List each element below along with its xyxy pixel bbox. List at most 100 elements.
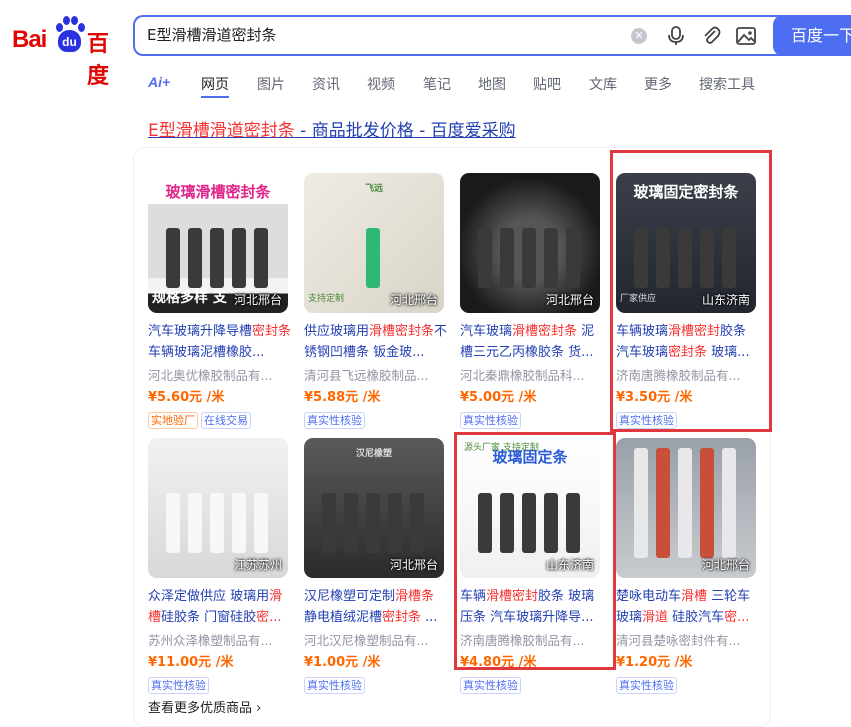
product-badges: 实地验厂 在线交易 xyxy=(148,409,254,429)
product-title-text: ... xyxy=(421,610,438,625)
active-tab-indicator xyxy=(201,96,229,98)
product-location: 河北邢台 xyxy=(389,293,438,307)
search-box[interactable]: E型滑槽滑道密封条 ✕ xyxy=(133,15,783,56)
seal-strip-shape xyxy=(522,228,536,288)
product-title-highlight: 滑槽 xyxy=(681,589,708,604)
seal-strip-shape xyxy=(188,493,202,553)
product-title-link[interactable]: 汉尼橡塑可定制滑槽条 静电植绒泥槽密封条 ... xyxy=(304,586,450,628)
logo-cn-text: 百度 xyxy=(87,32,109,89)
search-input[interactable]: E型滑槽滑道密封条 xyxy=(147,17,276,54)
product-title-highlight: 滑道 xyxy=(642,610,669,625)
product-badges: 真实性核验 xyxy=(460,674,524,694)
product-seller[interactable]: 清河县飞远橡胶制品... xyxy=(304,365,444,384)
product-seller[interactable]: 河北汉尼橡塑制品有... xyxy=(304,630,444,649)
product-title-text: 汽车玻璃升降导槽 xyxy=(148,324,253,339)
product-badge: 真实性核验 xyxy=(304,412,365,429)
product-image[interactable]: 玻璃滑槽密封条 规格多样 支河北邢台 xyxy=(148,173,288,313)
product-seller[interactable]: 河北奥优橡胶制品有... xyxy=(148,365,288,384)
tab-web[interactable]: 网页 xyxy=(201,74,229,94)
product-image[interactable]: 飞远支持定制 河北邢台 xyxy=(304,173,444,313)
product-image[interactable]: 河北邢台 xyxy=(616,438,756,578)
tab-news[interactable]: 资讯 xyxy=(312,74,340,94)
product-image-subcaption: 支持定制 xyxy=(308,294,345,304)
see-more-products-link[interactable]: 查看更多优质商品 › xyxy=(148,697,261,716)
image-search-icon[interactable] xyxy=(735,25,757,47)
logo-bai-text: Bai xyxy=(12,26,47,53)
tab-tieba[interactable]: 贴吧 xyxy=(533,74,561,94)
search-button[interactable]: 百度一下 xyxy=(773,15,851,56)
seal-strip-shape xyxy=(188,228,202,288)
product-seller[interactable]: 清河县楚咏密封件有... xyxy=(616,630,756,649)
seal-strip-shape xyxy=(210,228,224,288)
seal-strip-shape xyxy=(166,228,180,288)
seal-strip-shape xyxy=(700,448,714,558)
product-title-highlight: 密... xyxy=(256,610,282,625)
product-title-text: 汽车玻璃 xyxy=(460,324,513,339)
product-title-link[interactable]: 供应玻璃用滑槽密封条不锈钢凹槽条 钣金玻... xyxy=(304,321,450,363)
tab-images[interactable]: 图片 xyxy=(257,74,285,94)
microphone-icon[interactable] xyxy=(665,25,687,47)
tab-search-tools[interactable]: 搜索工具 xyxy=(699,74,755,94)
tab-more[interactable]: 更多 xyxy=(644,74,672,94)
seal-strip-shape xyxy=(254,493,268,553)
product-title-text: 硅胶汽车 xyxy=(668,610,725,625)
highlight-box xyxy=(610,150,772,432)
tab-map[interactable]: 地图 xyxy=(478,74,506,94)
product-image-subcaption: 规格多样 支 xyxy=(152,290,227,306)
product-image[interactable]: 汉尼橡塑河北邢台 xyxy=(304,438,444,578)
product-badges: 真实性核验 xyxy=(304,409,368,429)
seal-strip-shape xyxy=(634,448,648,558)
product-title-link[interactable]: 汽车玻璃升降导槽密封条车辆玻璃泥槽橡胶... xyxy=(148,321,294,363)
product-badges: 真实性核验 xyxy=(148,674,212,694)
product-seller[interactable]: 河北秦鼎橡胶制品科... xyxy=(460,365,600,384)
paw-icon: du xyxy=(52,16,86,52)
product-price: ¥5.00元 /米 xyxy=(460,390,537,405)
tab-ai[interactable]: Ai+ xyxy=(148,74,170,90)
seal-strip-shape xyxy=(254,228,268,288)
product-location: 江苏苏州 xyxy=(233,558,282,572)
tab-video[interactable]: 视频 xyxy=(367,74,395,94)
clear-icon[interactable]: ✕ xyxy=(631,28,647,44)
seal-strip-shape xyxy=(678,448,692,558)
tab-notes[interactable]: 笔记 xyxy=(423,74,451,94)
seal-strip-shape xyxy=(366,493,380,553)
seal-strip-shape xyxy=(544,228,558,288)
product-price: ¥11.00元 /米 xyxy=(148,655,234,670)
product-price: ¥1.00元 /米 xyxy=(304,655,381,670)
product-title-highlight: 密封条 xyxy=(252,324,292,339)
seal-strip-shape xyxy=(322,493,336,553)
product-badge: 在线交易 xyxy=(201,412,251,429)
product-title-link[interactable]: 汽车玻璃滑槽密封条 泥槽三元乙丙橡胶条 货... xyxy=(460,321,606,363)
result-title-link[interactable]: E型滑槽滑道密封条 - 商品批发价格 - 百度爱采购 xyxy=(148,116,516,141)
product-badge: 真实性核验 xyxy=(616,677,677,694)
baidu-logo[interactable]: Bai du 百度 xyxy=(12,14,118,89)
product-seller[interactable]: 苏州众泽橡塑制品有... xyxy=(148,630,288,649)
seal-strip-shape xyxy=(166,493,180,553)
product-location: 河北邢台 xyxy=(233,293,282,307)
result-title-highlight: E型滑槽滑道密封条 xyxy=(148,121,295,141)
product-title-highlight: 密封条 xyxy=(382,610,422,625)
product-image[interactable]: 河北邢台 xyxy=(460,173,600,313)
product-image[interactable]: 江苏苏州 xyxy=(148,438,288,578)
product-badges: 真实性核验 xyxy=(460,409,524,429)
seal-strip-shape xyxy=(388,493,402,553)
product-image-caption: 飞远 xyxy=(364,184,383,194)
seal-strip-shape xyxy=(566,228,580,288)
product-badge: 真实性核验 xyxy=(460,412,521,429)
highlight-box xyxy=(454,432,616,670)
seal-strip-shape xyxy=(232,228,246,288)
product-title-link[interactable]: 众泽定做供应 玻璃用滑槽硅胶条 门窗硅胶密... xyxy=(148,586,294,628)
seal-strip-shape xyxy=(232,493,246,553)
product-title-link[interactable]: 楚咏电动车滑槽 三轮车玻璃滑道 硅胶汽车密... xyxy=(616,586,762,628)
product-location: 河北邢台 xyxy=(389,558,438,572)
seal-strip-shape xyxy=(344,493,358,553)
product-title-text: 汉尼橡塑可定制 xyxy=(304,589,396,604)
product-image-caption: 汉尼橡塑 xyxy=(355,449,392,459)
product-location: 河北邢台 xyxy=(545,293,594,307)
product-price: ¥5.60元 /米 xyxy=(148,390,225,405)
product-title-highlight: 密... xyxy=(724,610,750,625)
tab-wenku[interactable]: 文库 xyxy=(589,74,617,94)
product-badge: 实地验厂 xyxy=(148,412,198,429)
attachment-icon[interactable] xyxy=(700,25,722,47)
product-title-highlight: 滑槽密封条 xyxy=(369,324,435,339)
